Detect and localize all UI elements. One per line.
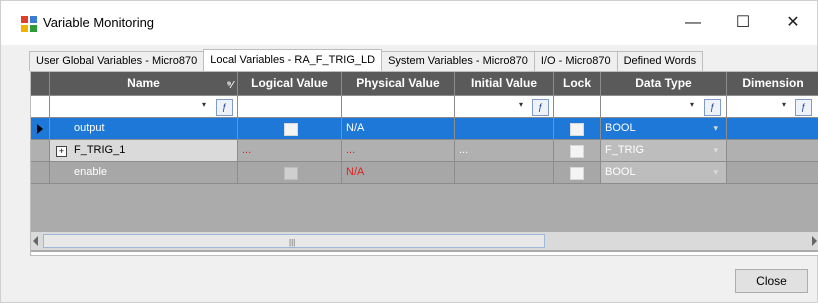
- cell-initial-value[interactable]: ...: [455, 140, 554, 162]
- logical-value-checkbox[interactable]: [284, 123, 298, 136]
- lock-checkbox[interactable]: [570, 123, 584, 136]
- filter-row-header: [31, 96, 50, 118]
- cell-data-type[interactable]: BOOL ▾: [601, 162, 727, 184]
- cell-logical-value[interactable]: [238, 118, 342, 140]
- tab-local-variables[interactable]: Local Variables - RA_F_TRIG_LD: [203, 49, 383, 71]
- variable-monitoring-window: Variable Monitoring — ☐ ✕ User Global Va…: [0, 0, 818, 303]
- chevron-down-icon[interactable]: ▾: [713, 140, 718, 161]
- table-row[interactable]: output N/A BOOL ▾: [31, 118, 818, 140]
- grip-icon: |||: [289, 238, 296, 247]
- cell-logical-value[interactable]: ...: [238, 140, 342, 162]
- cell-initial-value[interactable]: [455, 162, 554, 184]
- cell-dimension[interactable]: [727, 140, 818, 162]
- cell-dimension[interactable]: [727, 162, 818, 184]
- filter-cell-data-type[interactable]: ▾ ƒ: [601, 96, 727, 118]
- cell-dimension[interactable]: [727, 118, 818, 140]
- header-corner: [31, 72, 50, 96]
- lock-checkbox[interactable]: [570, 145, 584, 158]
- column-header-name[interactable]: Name ⁹⁄: [50, 72, 238, 96]
- chevron-down-icon[interactable]: ▾: [713, 162, 718, 183]
- filter-cell-lock: [554, 96, 601, 118]
- variables-grid: Name ⁹⁄ Logical Value Physical Value Ini…: [31, 72, 818, 252]
- tab-defined-words[interactable]: Defined Words: [616, 51, 704, 71]
- filter-dropdown-icon[interactable]: ▾: [519, 100, 523, 109]
- logical-value-checkbox[interactable]: [284, 167, 298, 180]
- filter-dropdown-icon[interactable]: ▾: [202, 100, 206, 109]
- row-header[interactable]: [31, 140, 50, 162]
- close-button[interactable]: Close: [735, 269, 808, 293]
- data-type-value: BOOL: [605, 122, 636, 134]
- data-type-value: F_TRIG: [605, 144, 645, 156]
- current-row-arrow-icon: [37, 124, 43, 134]
- cell-name[interactable]: enable: [50, 162, 238, 184]
- filter-cell-dimension[interactable]: ▾ ƒ: [727, 96, 818, 118]
- cell-physical-value: N/A: [342, 118, 455, 140]
- scroll-right-icon[interactable]: [812, 236, 817, 246]
- tab-io[interactable]: I/O - Micro870: [533, 51, 618, 71]
- column-header-data-type[interactable]: Data Type: [601, 72, 727, 96]
- cell-physical-value: ...: [342, 140, 455, 162]
- column-header-logical-value[interactable]: Logical Value: [238, 72, 342, 96]
- tab-panel: Name ⁹⁄ Logical Value Physical Value Ini…: [30, 71, 818, 256]
- filter-dropdown-icon[interactable]: ▾: [690, 100, 694, 109]
- data-type-value: BOOL: [605, 166, 636, 178]
- app-icon: [21, 16, 37, 32]
- cell-lock[interactable]: [554, 162, 601, 184]
- chevron-down-icon[interactable]: ▾: [713, 118, 718, 139]
- sort-icon[interactable]: ⁹⁄: [227, 74, 233, 95]
- column-header-initial-value[interactable]: Initial Value: [455, 72, 554, 96]
- row-header[interactable]: [31, 118, 50, 140]
- filter-cell-initial[interactable]: ▾ ƒ: [455, 96, 554, 118]
- column-header-dimension[interactable]: Dimension: [727, 72, 818, 96]
- lock-checkbox[interactable]: [570, 167, 584, 180]
- cell-lock[interactable]: [554, 118, 601, 140]
- filter-icon[interactable]: ƒ: [704, 99, 721, 116]
- filter-cell-logical: [238, 96, 342, 118]
- cell-logical-value[interactable]: [238, 162, 342, 184]
- expand-icon[interactable]: +: [56, 146, 67, 157]
- filter-icon[interactable]: ƒ: [795, 99, 812, 116]
- cell-data-type[interactable]: F_TRIG ▾: [601, 140, 727, 162]
- title-bar: Variable Monitoring — ☐ ✕: [1, 1, 817, 45]
- column-header-physical-value[interactable]: Physical Value: [342, 72, 455, 96]
- filter-cell-physical: [342, 96, 455, 118]
- table-row[interactable]: + F_TRIG_1 ... ... ... F_TRIG ▾: [31, 140, 818, 162]
- variable-name: F_TRIG_1: [74, 144, 126, 156]
- scrollbar-thumb[interactable]: |||: [43, 234, 545, 248]
- horizontal-scrollbar[interactable]: |||: [31, 232, 818, 250]
- filter-row: ▾ ƒ ▾ ƒ ▾ ƒ ▾ ƒ: [31, 96, 818, 118]
- filter-dropdown-icon[interactable]: ▾: [782, 100, 786, 109]
- grid-header: Name ⁹⁄ Logical Value Physical Value Ini…: [31, 72, 818, 96]
- row-header[interactable]: [31, 162, 50, 184]
- tab-system-variables[interactable]: System Variables - Micro870: [381, 51, 535, 71]
- window-title: Variable Monitoring: [43, 15, 155, 30]
- tab-strip: User Global Variables - Micro870 Local V…: [29, 49, 704, 71]
- filter-icon[interactable]: ƒ: [532, 99, 549, 116]
- scroll-left-icon[interactable]: [33, 236, 38, 246]
- column-header-lock[interactable]: Lock: [554, 72, 601, 96]
- table-row[interactable]: enable N/A BOOL ▾: [31, 162, 818, 184]
- filter-cell-name[interactable]: ▾ ƒ: [50, 96, 238, 118]
- close-window-button[interactable]: ✕: [773, 9, 813, 37]
- minimize-button[interactable]: —: [673, 9, 713, 37]
- cell-initial-value[interactable]: [455, 118, 554, 140]
- column-header-label: Name: [127, 76, 160, 90]
- cell-physical-value: N/A: [342, 162, 455, 184]
- cell-name[interactable]: output: [50, 118, 238, 140]
- cell-data-type[interactable]: BOOL ▾: [601, 118, 727, 140]
- maximize-button[interactable]: ☐: [723, 9, 763, 37]
- filter-icon[interactable]: ƒ: [216, 99, 233, 116]
- cell-name[interactable]: + F_TRIG_1: [50, 140, 238, 162]
- tab-user-global-variables[interactable]: User Global Variables - Micro870: [29, 51, 205, 71]
- cell-lock[interactable]: [554, 140, 601, 162]
